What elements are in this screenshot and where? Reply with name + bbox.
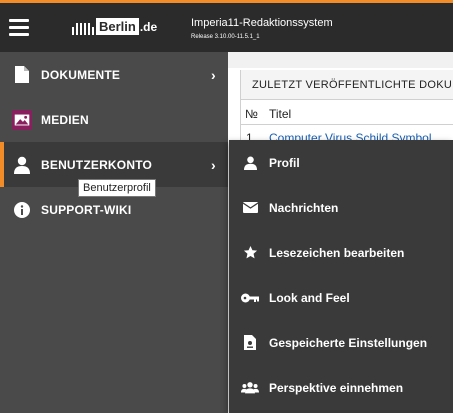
menu-item-look-and-feel[interactable]: Look and Feel — [229, 275, 453, 320]
info-icon — [12, 200, 32, 220]
menu-item-perspektive[interactable]: Perspektive einnehmen — [229, 365, 453, 410]
menu-item-label: Look and Feel — [269, 290, 350, 305]
users-icon — [241, 379, 259, 397]
brandenburg-gate-icon — [72, 17, 94, 35]
table-header: № Titel — [241, 101, 453, 125]
sidebar-item-dokumente[interactable]: DOKUMENTE › — [0, 52, 228, 97]
hamburger-icon[interactable] — [9, 19, 29, 36]
tooltip: Benutzerprofil — [78, 179, 156, 197]
menu-item-gespeicherte-einstellungen[interactable]: Gespeicherte Einstellungen — [229, 320, 453, 365]
panel-title: ZULETZT VERÖFFENTLICHTE DOKUM — [252, 79, 453, 91]
panel-header: ZULETZT VERÖFFENTLICHTE DOKUM — [241, 70, 453, 100]
menu-item-profil[interactable]: Profil — [229, 140, 453, 185]
sidebar-item-medien[interactable]: MEDIEN — [0, 97, 228, 142]
menu-item-label: Lesezeichen bearbeiten — [269, 245, 405, 260]
envelope-icon — [241, 199, 259, 217]
column-header-number[interactable]: № — [245, 107, 258, 121]
image-icon — [12, 109, 32, 130]
menu-item-label: Perspektive einnehmen — [269, 380, 404, 395]
content-toolbar — [228, 52, 453, 68]
sidebar: DOKUMENTE › MEDIEN BENUTZERKONTO › SUPPO… — [0, 52, 228, 413]
logo-text: Berlin — [96, 18, 139, 35]
chevron-right-icon: › — [211, 66, 216, 83]
star-icon — [241, 244, 259, 262]
column-header-title[interactable]: Titel — [269, 107, 291, 121]
berlin-logo[interactable]: Berlin .de — [72, 15, 157, 35]
chevron-right-icon: › — [211, 156, 216, 173]
menu-item-lesezeichen[interactable]: Lesezeichen bearbeiten — [229, 230, 453, 275]
sidebar-item-label: DOKUMENTE — [41, 67, 121, 82]
document-icon — [12, 65, 32, 85]
sidebar-item-label: BENUTZERKONTO — [41, 157, 153, 172]
menu-item-label: Nachrichten — [269, 200, 339, 215]
menu-item-nachrichten[interactable]: Nachrichten — [229, 185, 453, 230]
logo-tld: .de — [139, 20, 158, 34]
menu-item-label: Gespeicherte Einstellungen — [269, 335, 428, 350]
menu-item-label: Profil — [269, 155, 300, 170]
top-bar: Berlin .de Imperia11-Redaktionssystem Re… — [0, 0, 453, 52]
key-icon — [241, 289, 259, 307]
user-icon — [241, 154, 259, 172]
app-title: Imperia11-Redaktionssystem — [191, 17, 333, 29]
release-label: Release 3.10.00-11.5.1_1 — [191, 34, 260, 40]
sidebar-item-label: MEDIEN — [41, 112, 89, 127]
benutzerkonto-submenu: Profil Nachrichten Lesezeichen bearbeite… — [229, 140, 453, 413]
user-icon — [12, 155, 32, 175]
settings-file-icon — [241, 334, 259, 352]
sidebar-item-label: SUPPORT-WIKI — [41, 202, 132, 217]
